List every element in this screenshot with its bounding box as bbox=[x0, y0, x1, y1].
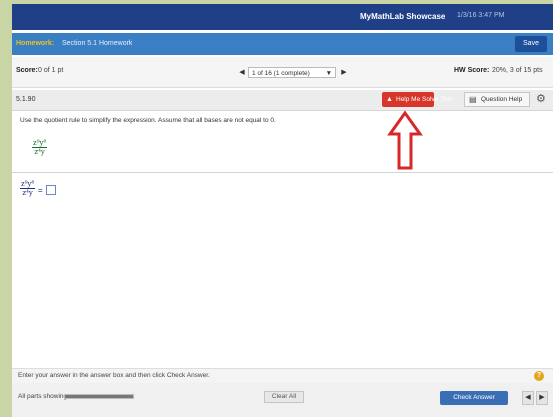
warning-icon: ▲ bbox=[386, 96, 393, 103]
question-instruction: Use the quotient rule to simplify the ex… bbox=[20, 117, 276, 124]
date-time: 1/3/16 3:47 PM bbox=[457, 12, 505, 19]
gear-icon[interactable]: ⚙ bbox=[536, 92, 546, 105]
question-selector-label: 1 of 16 (1 complete) bbox=[252, 70, 310, 77]
question-selector[interactable]: 1 of 16 (1 complete) ▼ bbox=[248, 67, 336, 78]
top-bar: MyMathLab Showcase 1/3/16 3:47 PM bbox=[12, 4, 553, 30]
divider bbox=[12, 172, 553, 173]
expression-denominator: z⁴y bbox=[34, 148, 45, 156]
answer-denominator: z⁴y bbox=[22, 189, 33, 197]
progress-fill bbox=[65, 395, 133, 398]
homework-label: Homework: bbox=[16, 40, 55, 47]
footer-next-button[interactable]: ▶ bbox=[536, 391, 548, 405]
expression-numerator: z⁹y⁸ bbox=[32, 139, 48, 148]
question-help-label: Question Help bbox=[481, 96, 523, 103]
check-answer-button[interactable]: Check Answer bbox=[440, 391, 508, 405]
question-number: 5.1.90 bbox=[16, 96, 36, 103]
help-me-solve-label: Help Me Solve This bbox=[396, 96, 453, 103]
next-question-button[interactable]: ▶ bbox=[338, 67, 350, 79]
help-me-solve-button[interactable]: ▲ Help Me Solve This bbox=[382, 92, 452, 107]
score-label: Score: bbox=[16, 67, 38, 74]
score-bar: Score: 0 of 1 pt ◀ 1 of 16 (1 complete) … bbox=[12, 57, 553, 88]
expression-fraction: z⁹y⁸ z⁴y bbox=[32, 139, 48, 156]
answer-numerator: z⁹y⁸ bbox=[20, 180, 36, 189]
equals-sign: = bbox=[38, 186, 43, 195]
question-help-button[interactable]: ▤ Question Help bbox=[464, 92, 530, 107]
brand-title: MyMathLab Showcase bbox=[360, 12, 446, 21]
instruction-message: Enter your answer in the answer box and … bbox=[18, 372, 210, 379]
instruction-bar: Enter your answer in the answer box and … bbox=[12, 368, 553, 383]
footer-prev-button[interactable]: ◀ bbox=[522, 391, 534, 405]
hw-score-value: 20%, 3 of 15 pts bbox=[492, 67, 543, 74]
chevron-down-icon: ▼ bbox=[325, 70, 332, 77]
answer-fraction: z⁹y⁸ z⁴y bbox=[20, 180, 36, 197]
score-value: 0 of 1 pt bbox=[38, 67, 64, 74]
panel-icon: ▤ bbox=[469, 95, 477, 104]
answer-input[interactable] bbox=[46, 185, 56, 195]
homework-bar: Homework: Section 5.1 Homework Save bbox=[12, 33, 553, 55]
hw-score-label: HW Score: bbox=[454, 67, 490, 74]
question-toolbar: 5.1.90 ▲ Help Me Solve This ▤ Question H… bbox=[12, 90, 553, 111]
clear-all-button[interactable]: Clear All bbox=[264, 391, 304, 403]
save-button[interactable]: Save bbox=[515, 36, 547, 52]
progress-bar bbox=[64, 394, 134, 399]
up-arrow-icon bbox=[387, 110, 423, 170]
footer-bar: All parts showing Clear All Check Answer… bbox=[12, 383, 553, 417]
parts-showing-label: All parts showing bbox=[18, 393, 68, 400]
previous-question-button[interactable]: ◀ bbox=[236, 67, 248, 79]
app-window: MyMathLab Showcase 1/3/16 3:47 PM Homewo… bbox=[12, 4, 553, 417]
help-icon[interactable]: ? bbox=[534, 371, 544, 381]
homework-title: Section 5.1 Homework bbox=[62, 40, 133, 47]
